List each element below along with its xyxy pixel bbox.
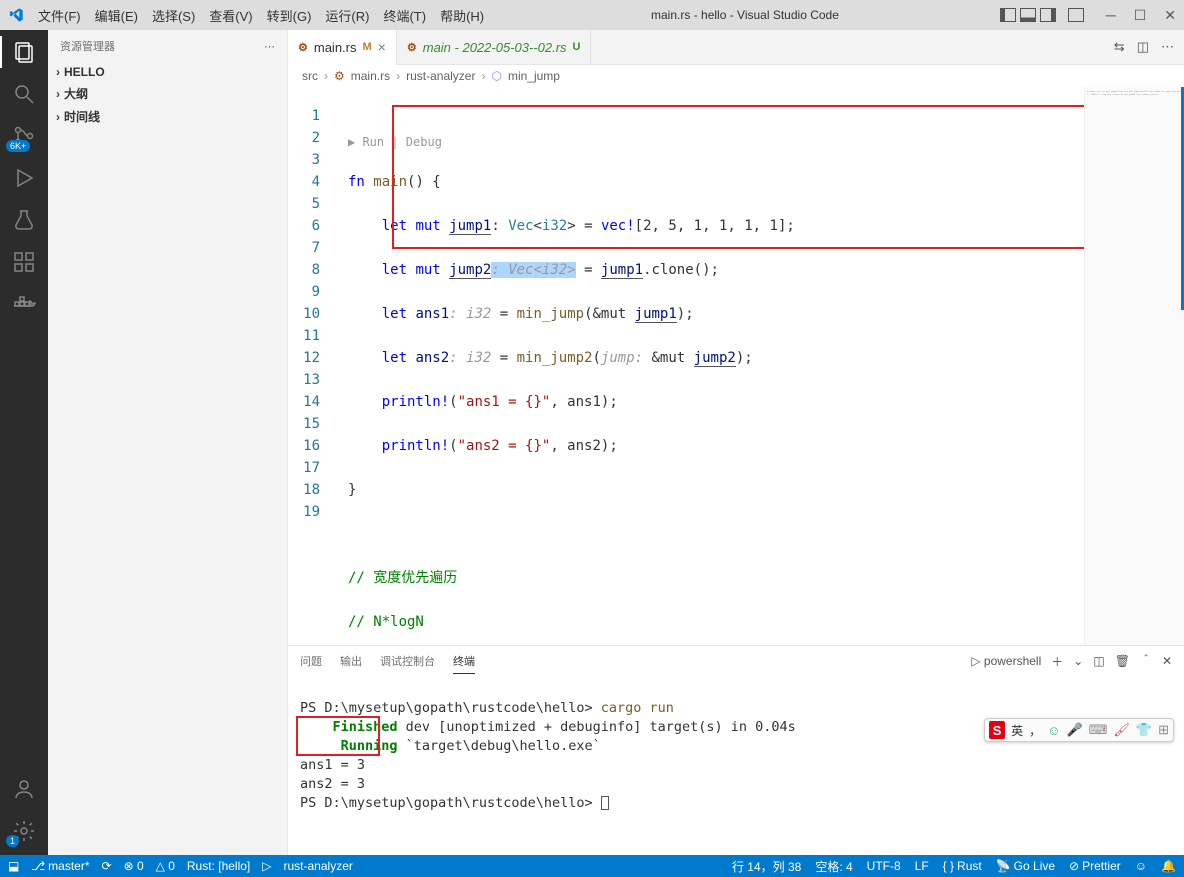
terminal-content[interactable]: PS D:\mysetup\gopath\rustcode\hello> car… xyxy=(288,676,1184,855)
docker-icon[interactable] xyxy=(12,292,36,316)
rust-file-icon: ⚙ xyxy=(407,41,417,54)
code-editor[interactable]: 12345678910111213141516171819 ▶ Run | De… xyxy=(288,87,1184,645)
window-title: main.rs - hello - Visual Studio Code xyxy=(490,8,1000,22)
sidebar-section-hello[interactable]: HELLO xyxy=(48,62,287,82)
ime-voice-icon[interactable]: 🎤 xyxy=(1066,722,1082,738)
status-bell-icon[interactable]: 🔔 xyxy=(1161,859,1176,873)
menu-select[interactable]: 选择(S) xyxy=(146,4,201,27)
scm-badge: 6K+ xyxy=(6,140,30,152)
tab-main-timeline[interactable]: ⚙ main - 2022-05-03--02.rs U xyxy=(397,30,592,65)
maximize-panel-icon[interactable]: ＾ xyxy=(1140,653,1152,670)
extensions-icon[interactable] xyxy=(12,250,36,274)
status-golive[interactable]: 📡 Go Live xyxy=(996,859,1055,873)
rust-file-icon: ⚙ xyxy=(298,41,308,54)
search-icon[interactable] xyxy=(12,82,36,106)
status-remote-icon[interactable]: ⬓ xyxy=(8,859,19,873)
breadcrumb[interactable]: src› ⚙main.rs› rust-analyzer› ⬡min_jump xyxy=(288,65,1184,87)
titlebar: 文件(F) 编辑(E) 选择(S) 查看(V) 转到(G) 运行(R) 终端(T… xyxy=(0,0,1184,30)
split-terminal-icon[interactable]: ◫ xyxy=(1093,654,1104,668)
sogou-icon[interactable]: S xyxy=(989,721,1005,739)
status-eol[interactable]: LF xyxy=(915,859,929,873)
ime-tool-icon[interactable]: ⊞ xyxy=(1158,722,1169,738)
ime-punct[interactable]: ， xyxy=(1029,722,1041,739)
status-prettier[interactable]: ⊘ Prettier xyxy=(1069,859,1121,873)
tab-filename: main.rs xyxy=(314,40,357,55)
terminal-dropdown-icon[interactable]: ⌄ xyxy=(1073,654,1083,668)
settings-icon[interactable]: 1 xyxy=(12,819,36,843)
code-content[interactable]: ▶ Run | Debug fn main() { let mut jump1:… xyxy=(348,87,1084,645)
tab-bar: ⚙ main.rs M × ⚙ main - 2022-05-03--02.rs… xyxy=(288,30,1184,65)
status-rust[interactable]: Rust: [hello] xyxy=(187,859,250,873)
panel-tab-debug[interactable]: 调试控制台 xyxy=(380,649,435,673)
status-play-icon[interactable]: ▷ xyxy=(262,859,271,873)
tab-close-icon[interactable]: × xyxy=(378,39,386,55)
kill-terminal-icon[interactable]: 🗑 xyxy=(1115,654,1130,668)
close-button[interactable]: ✕ xyxy=(1164,7,1176,24)
panel-tab-terminal[interactable]: 终端 xyxy=(453,649,475,674)
status-cursor-pos[interactable]: 行 14，列 38 xyxy=(732,858,801,875)
activity-bar: 6K+ 1 xyxy=(0,30,48,855)
status-errors[interactable]: ⊗ 0 xyxy=(124,859,144,873)
ime-lang[interactable]: 英 xyxy=(1011,722,1023,739)
menu-run[interactable]: 运行(R) xyxy=(319,4,375,27)
menu-goto[interactable]: 转到(G) xyxy=(261,4,318,27)
minimize-button[interactable]: ─ xyxy=(1106,7,1116,23)
line-numbers: 12345678910111213141516171819 xyxy=(288,87,330,645)
tab-main-rs[interactable]: ⚙ main.rs M × xyxy=(288,30,397,65)
menu-terminal[interactable]: 终端(T) xyxy=(377,4,432,27)
ime-toolbar[interactable]: S 英 ， ☺ 🎤 ⌨ 🖌 👕 ⊞ xyxy=(984,718,1174,742)
status-branch[interactable]: ⎇ master* xyxy=(31,859,89,873)
account-icon[interactable] xyxy=(12,777,36,801)
sidebar: 资源管理器 ⋯ HELLO 大纲 时间线 xyxy=(48,30,288,855)
terminal-cursor xyxy=(601,796,609,810)
tab-modified-indicator: M xyxy=(363,41,372,53)
status-encoding[interactable]: UTF-8 xyxy=(867,859,901,873)
panel-tab-problems[interactable]: 问题 xyxy=(300,649,322,673)
testing-icon[interactable] xyxy=(12,208,36,232)
minimap[interactable]: fn main vec let mut jump clone ans min_j… xyxy=(1084,87,1184,645)
status-spaces[interactable]: 空格: 4 xyxy=(815,858,852,875)
settings-badge: 1 xyxy=(6,835,19,847)
status-language[interactable]: { } Rust xyxy=(943,859,982,873)
close-panel-icon[interactable]: ✕ xyxy=(1162,654,1172,668)
ime-brush-icon[interactable]: 🖌 xyxy=(1113,722,1130,738)
ime-emoji-icon[interactable]: ☺ xyxy=(1047,723,1060,738)
ime-skin-icon[interactable]: 👕 xyxy=(1136,722,1152,738)
layout-controls[interactable] xyxy=(1000,8,1084,22)
panel-tab-output[interactable]: 输出 xyxy=(340,649,362,673)
sidebar-section-outline[interactable]: 大纲 xyxy=(48,82,287,105)
status-feedback-icon[interactable]: ☺ xyxy=(1135,859,1147,873)
tab-untracked-indicator: U xyxy=(573,41,581,53)
run-debug-icon[interactable] xyxy=(12,166,36,190)
menubar: 文件(F) 编辑(E) 选择(S) 查看(V) 转到(G) 运行(R) 终端(T… xyxy=(32,4,490,27)
status-rust-analyzer[interactable]: rust-analyzer xyxy=(284,859,353,873)
compare-changes-icon[interactable]: ⇆ xyxy=(1114,39,1125,55)
ime-keyboard-icon[interactable]: ⌨ xyxy=(1089,722,1108,738)
terminal-shell-label[interactable]: ▷ powershell xyxy=(971,654,1041,668)
sidebar-section-timeline[interactable]: 时间线 xyxy=(48,105,287,128)
menu-file[interactable]: 文件(F) xyxy=(32,4,87,27)
tab-more-icon[interactable]: ⋯ xyxy=(1161,39,1174,55)
vscode-logo-icon xyxy=(8,7,24,23)
menu-help[interactable]: 帮助(H) xyxy=(434,4,490,27)
status-warnings[interactable]: △ 0 xyxy=(156,859,175,873)
tab-filename: main - 2022-05-03--02.rs xyxy=(423,40,567,55)
split-editor-icon[interactable]: ◫ xyxy=(1137,39,1149,55)
sidebar-more-icon[interactable]: ⋯ xyxy=(264,40,275,53)
new-terminal-icon[interactable]: ＋ xyxy=(1051,653,1063,670)
bottom-panel: 问题 输出 调试控制台 终端 ▷ powershell ＋ ⌄ ◫ 🗑 ＾ ✕ … xyxy=(288,645,1184,855)
status-sync[interactable]: ⟳ xyxy=(102,859,112,873)
menu-view[interactable]: 查看(V) xyxy=(203,4,258,27)
scm-icon[interactable]: 6K+ xyxy=(12,124,36,148)
explorer-icon[interactable] xyxy=(12,40,36,64)
menu-edit[interactable]: 编辑(E) xyxy=(89,4,144,27)
sidebar-title: 资源管理器 xyxy=(60,38,115,54)
status-bar: ⬓ ⎇ master* ⟳ ⊗ 0 △ 0 Rust: [hello] ▷ ru… xyxy=(0,855,1184,877)
codelens-run-debug[interactable]: ▶ Run | Debug xyxy=(348,131,1084,149)
maximize-button[interactable]: ☐ xyxy=(1134,7,1147,24)
